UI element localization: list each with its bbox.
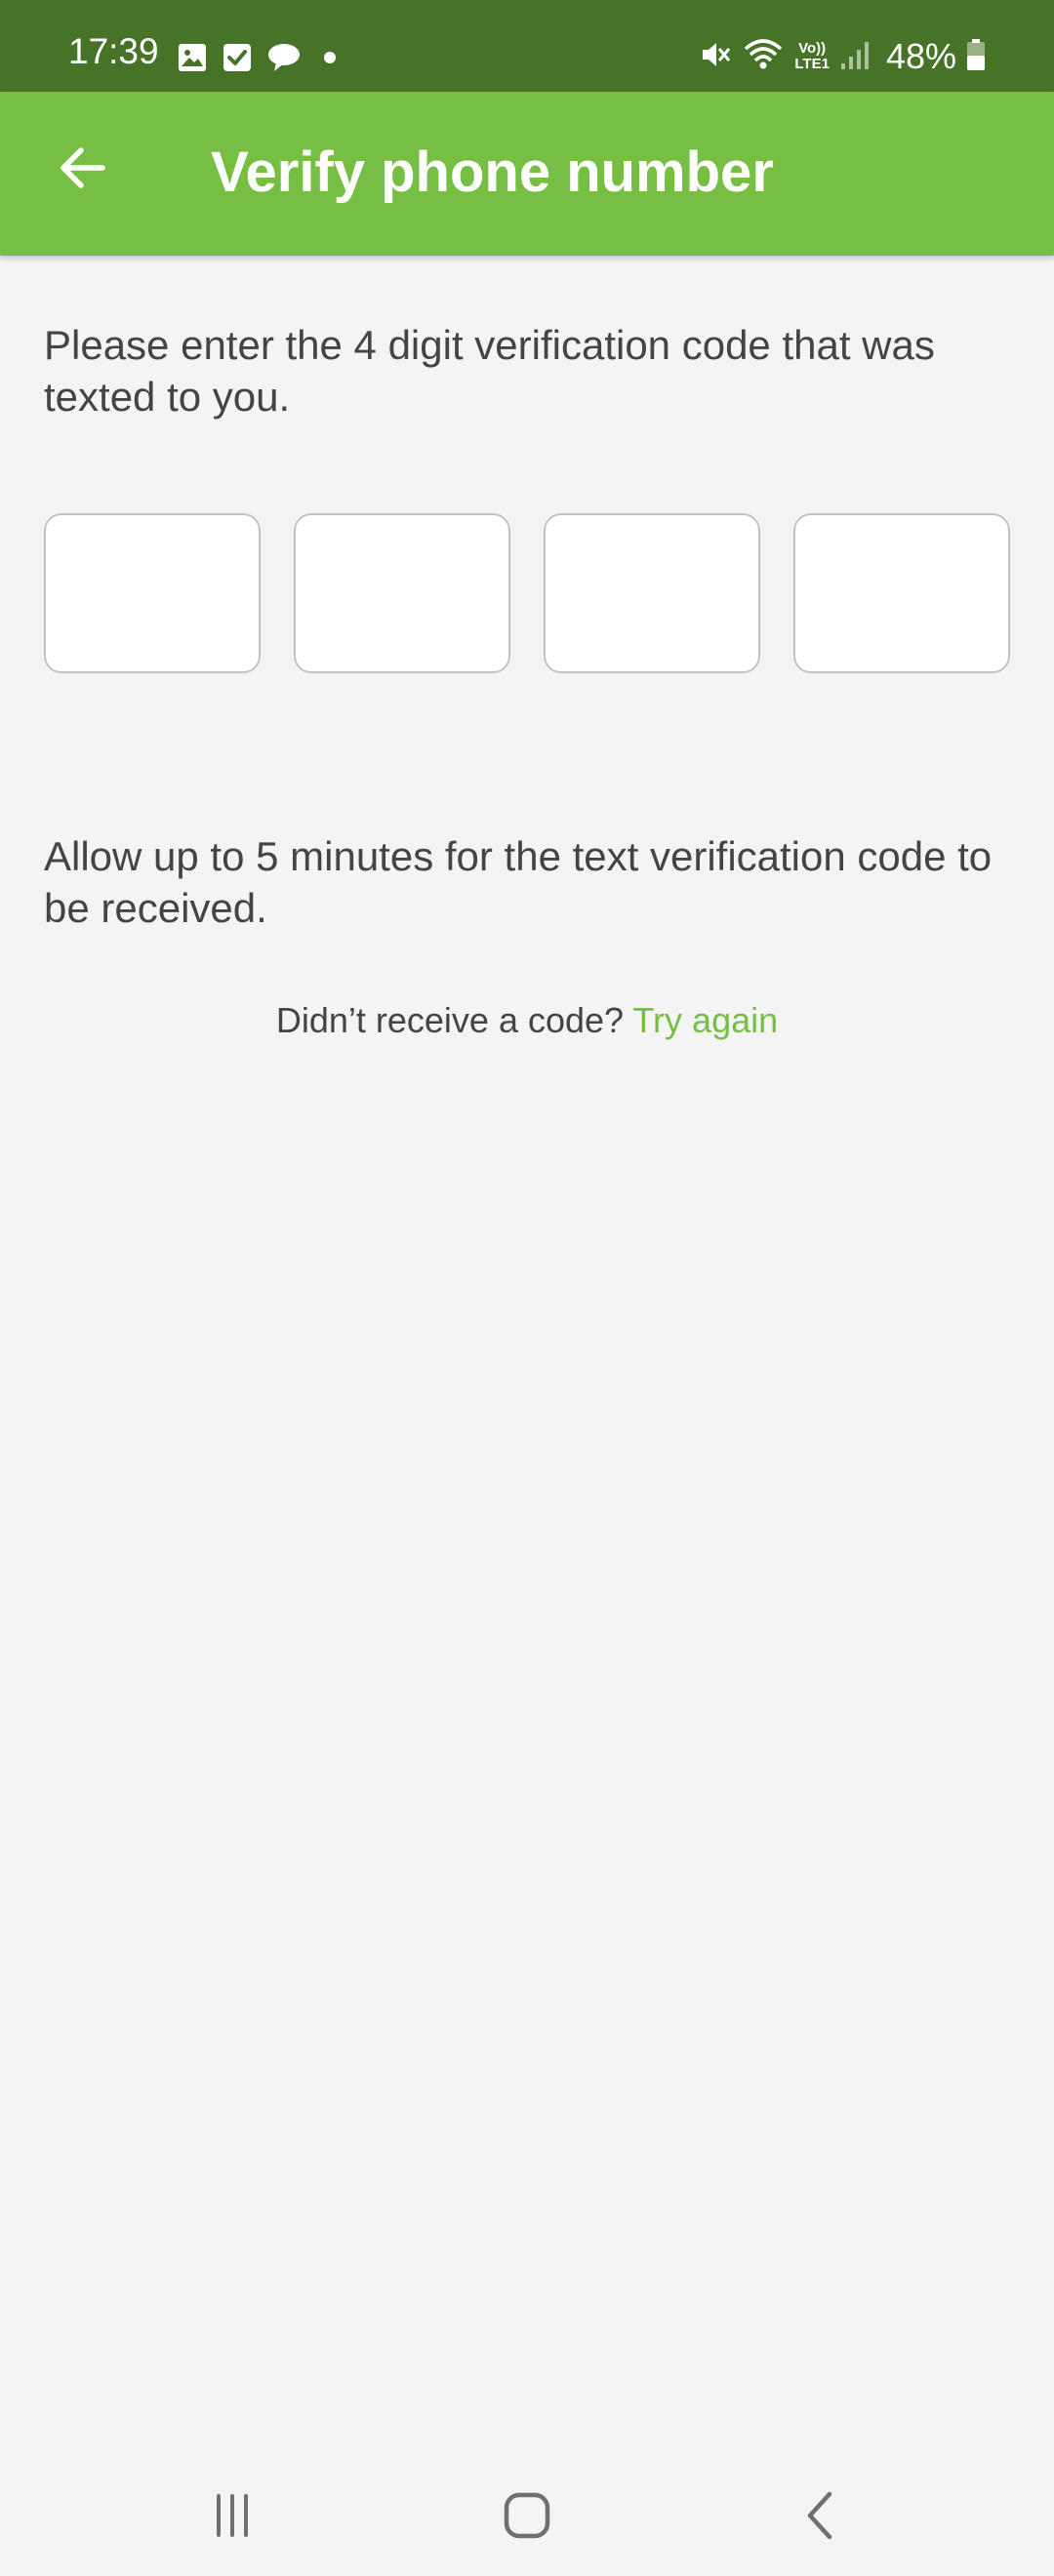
dot-icon xyxy=(315,43,345,72)
code-digit-1[interactable] xyxy=(44,513,261,673)
recent-apps-icon xyxy=(203,2486,262,2550)
retry-prompt: Didn’t receive a code? xyxy=(275,1000,625,1040)
lte-label: LTE1 xyxy=(794,56,830,72)
delivery-note: Allow up to 5 minutes for the text verif… xyxy=(44,833,993,931)
chat-bubble-icon xyxy=(266,42,302,73)
home-icon xyxy=(498,2486,556,2550)
try-again-link[interactable]: Try again xyxy=(632,1000,778,1040)
app-bar: Verify phone number xyxy=(0,92,1054,256)
volte-label: Vo)) xyxy=(798,40,827,57)
verify-phone-screen: 17:39 Vo)) LTE1 48% Verify phone number … xyxy=(0,0,1054,2576)
signal-icon xyxy=(839,38,871,76)
back-icon xyxy=(792,2486,851,2550)
arrow-left-icon xyxy=(56,141,108,199)
home-button[interactable] xyxy=(478,2478,576,2556)
instruction-text: Please enter the 4 digit verification co… xyxy=(44,322,935,420)
back-button[interactable] xyxy=(39,127,125,213)
verification-code-inputs xyxy=(44,513,1010,677)
battery-percent: 48% xyxy=(885,36,956,76)
battery-icon xyxy=(966,38,986,76)
page-title: Verify phone number xyxy=(211,141,774,204)
code-digit-4[interactable] xyxy=(793,513,1010,673)
retry-line: Didn’t receive a code? Try again xyxy=(0,997,1054,1044)
status-system-icons: Vo)) LTE1 48% xyxy=(697,37,986,76)
system-nav-bar xyxy=(0,2449,1054,2576)
gallery-icon xyxy=(177,42,208,73)
volte-lte-icon: Vo)) LTE1 xyxy=(794,41,830,72)
code-digit-2[interactable] xyxy=(294,513,510,673)
status-notification-icons xyxy=(177,39,345,76)
wifi-icon xyxy=(742,37,785,77)
system-back-button[interactable] xyxy=(773,2478,871,2556)
checkbox-icon xyxy=(222,42,253,73)
status-time: 17:39 xyxy=(68,31,159,71)
mute-icon xyxy=(697,37,732,77)
code-digit-3[interactable] xyxy=(544,513,760,673)
status-bar: 17:39 Vo)) LTE1 48% xyxy=(0,0,1054,92)
recent-apps-button[interactable] xyxy=(183,2478,281,2556)
